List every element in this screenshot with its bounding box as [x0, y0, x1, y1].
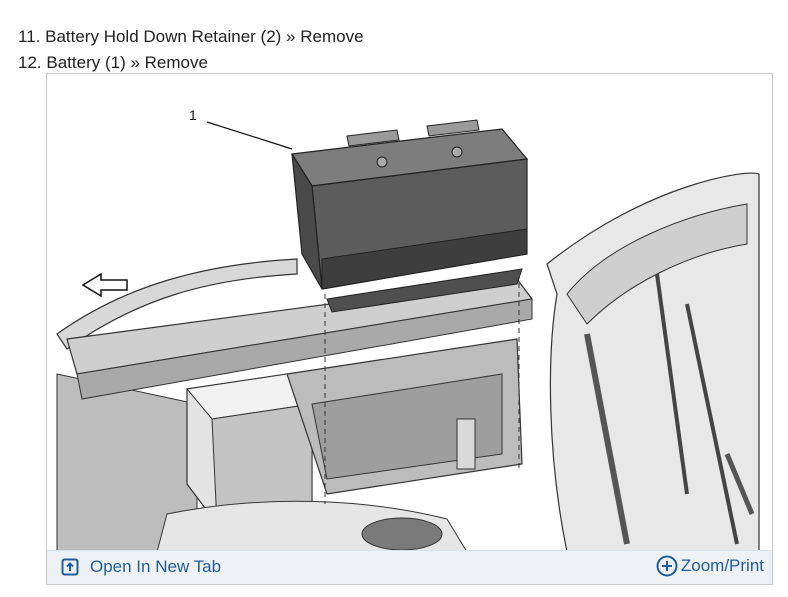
open-in-new-tab-label: Open In New Tab — [90, 557, 222, 576]
zoom-print-label: Zoom/Print — [680, 556, 764, 575]
callout-label-1: 1 — [189, 107, 197, 123]
step-11: 11. Battery Hold Down Retainer (2) » Rem… — [18, 24, 364, 50]
plus-circle-icon — [656, 555, 678, 577]
figure-toolbar: Open In New Tab Zoom/Print — [47, 550, 772, 584]
step-12-text: Battery (1) » Remove — [46, 53, 208, 72]
step-12-number: 12. — [18, 53, 42, 72]
zoom-print-link[interactable]: Zoom/Print — [656, 555, 764, 577]
open-new-tab-icon — [61, 558, 79, 576]
step-11-text: Battery Hold Down Retainer (2) » Remove — [45, 27, 364, 46]
step-11-number: 11. — [18, 27, 41, 46]
figure-frame: 1 Open In New Tab Zoom/Print — [46, 73, 773, 585]
procedure-steps: 11. Battery Hold Down Retainer (2) » Rem… — [18, 24, 364, 76]
battery-illustration: 1 — [47, 74, 772, 552]
open-in-new-tab-link[interactable]: Open In New Tab — [61, 557, 221, 577]
